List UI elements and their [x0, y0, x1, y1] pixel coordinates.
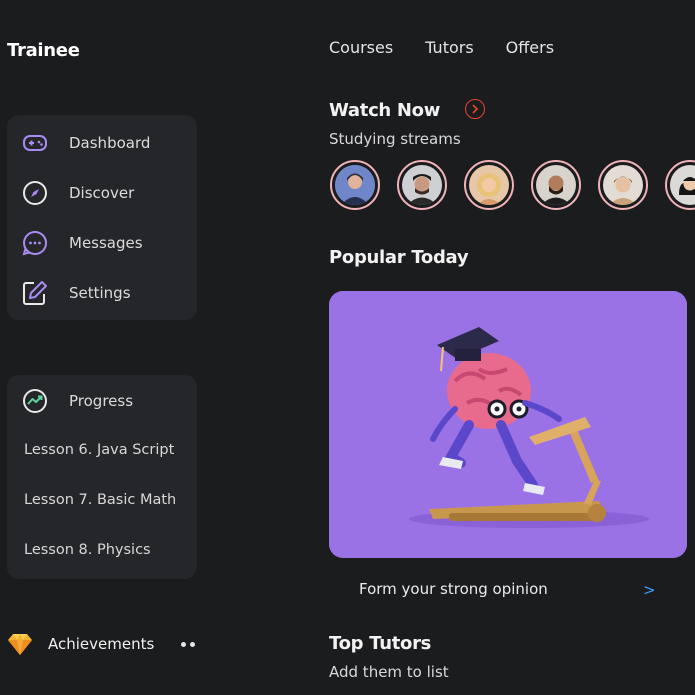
lesson-item[interactable]: Lesson 7. Basic Math	[24, 492, 176, 508]
sidebar-item-dashboard[interactable]: Dashboard	[7, 123, 197, 163]
avatar[interactable]	[464, 160, 514, 210]
lesson-item[interactable]: Lesson 6. Java Script	[24, 442, 174, 458]
avatar[interactable]	[397, 160, 447, 210]
popular-caption-link[interactable]: Form your strong opinion >	[359, 580, 659, 600]
gamepad-icon	[21, 129, 49, 157]
achievements-row[interactable]: Achievements	[7, 628, 202, 660]
watch-now-next-button[interactable]	[465, 99, 485, 119]
progress-panel: Progress Lesson 6. Java Script Lesson 7.…	[7, 375, 197, 579]
sidebar-item-settings[interactable]: Settings	[7, 273, 197, 313]
sidebar-nav: Dashboard Discover Messages Settings	[7, 115, 197, 320]
top-nav-offers[interactable]: Offers	[506, 38, 554, 57]
top-nav-courses[interactable]: Courses	[329, 38, 393, 57]
chat-bubble-icon	[21, 229, 49, 257]
sidebar-item-label: Progress	[69, 392, 134, 410]
sidebar-item-messages[interactable]: Messages	[7, 223, 197, 263]
chevron-right-icon: >	[643, 581, 656, 599]
app-brand[interactable]: Trainee	[7, 40, 80, 61]
more-options-button[interactable]	[181, 637, 199, 651]
sidebar-item-label: Dashboard	[69, 134, 151, 152]
sidebar-item-label: Settings	[69, 284, 131, 302]
popular-hero-image[interactable]	[329, 291, 687, 558]
edit-icon	[21, 279, 49, 307]
top-tutors-subtitle: Add them to list	[329, 663, 449, 681]
avatar[interactable]	[531, 160, 581, 210]
achievements-label: Achievements	[48, 635, 155, 653]
top-nav: Courses Tutors Offers	[329, 38, 586, 57]
sidebar-item-label: Discover	[69, 184, 135, 202]
top-nav-tutors[interactable]: Tutors	[425, 38, 473, 57]
avatar[interactable]	[665, 160, 695, 210]
popular-caption: Form your strong opinion	[359, 580, 548, 598]
top-tutors-title: Top Tutors	[329, 633, 432, 654]
brain-on-treadmill-illustration	[329, 291, 687, 558]
trend-up-icon	[21, 387, 49, 415]
avatar[interactable]	[598, 160, 648, 210]
watch-now-subtitle: Studying streams	[329, 130, 461, 148]
avatar[interactable]	[330, 160, 380, 210]
lesson-item[interactable]: Lesson 8. Physics	[24, 542, 151, 558]
popular-title: Popular Today	[329, 247, 469, 268]
sidebar-item-discover[interactable]: Discover	[7, 173, 197, 213]
watch-now-title: Watch Now	[329, 100, 441, 121]
sidebar-item-progress[interactable]: Progress	[7, 381, 197, 421]
sidebar-item-label: Messages	[69, 234, 143, 252]
diamond-icon	[7, 632, 33, 660]
chevron-right-icon	[472, 104, 479, 114]
compass-icon	[21, 179, 49, 207]
